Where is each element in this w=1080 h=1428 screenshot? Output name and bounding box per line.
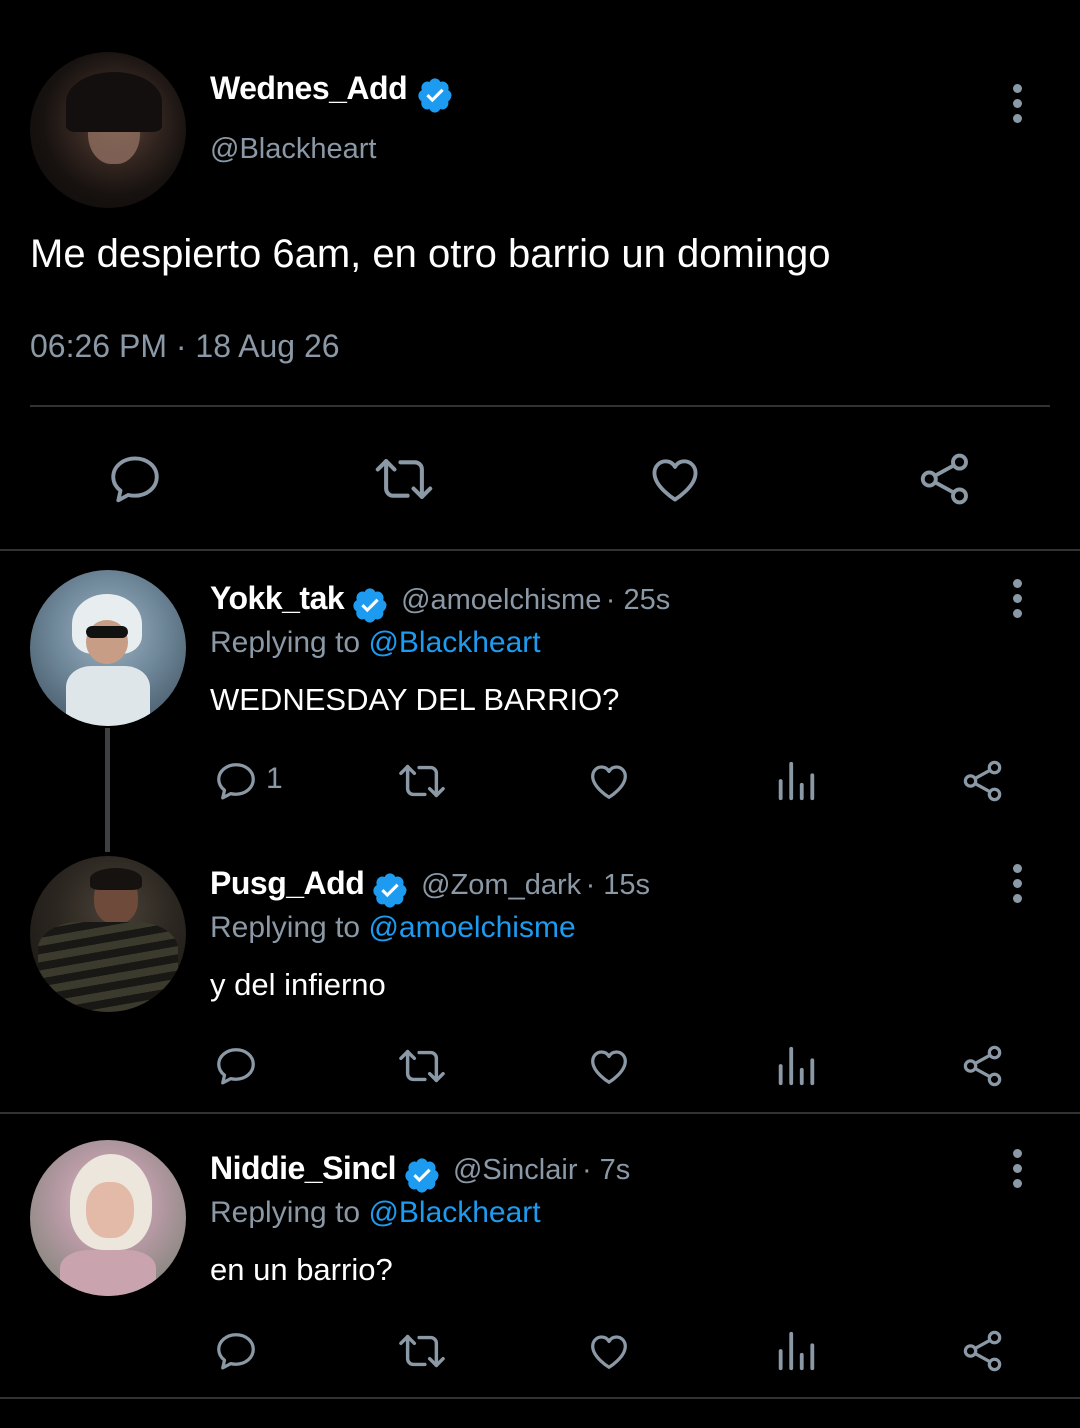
author-name[interactable]: Wednes_Add bbox=[210, 70, 408, 106]
share-icon[interactable] bbox=[960, 1043, 1006, 1089]
replying-to-link[interactable]: @amoelchisme bbox=[368, 911, 575, 944]
reply-time: · 25s bbox=[605, 584, 671, 616]
verified-badge-icon bbox=[403, 1156, 441, 1194]
replying-label: Replying to bbox=[210, 626, 361, 659]
more-icon[interactable] bbox=[1011, 864, 1023, 909]
analytics-icon[interactable] bbox=[774, 758, 818, 804]
reply-icon[interactable] bbox=[213, 758, 259, 804]
replying-label: Replying to bbox=[210, 911, 361, 944]
author-name[interactable]: Niddie_Sincl bbox=[210, 1150, 397, 1186]
reply-icon[interactable] bbox=[106, 450, 164, 508]
share-icon[interactable] bbox=[960, 758, 1006, 804]
avatar[interactable] bbox=[30, 52, 186, 208]
author-handle[interactable]: @Zom_dark bbox=[421, 869, 581, 901]
verified-badge-icon bbox=[371, 871, 409, 909]
divider bbox=[0, 1397, 1080, 1399]
more-icon[interactable] bbox=[1011, 579, 1023, 624]
reply-text: en un barrio? bbox=[210, 1252, 393, 1287]
retweet-icon[interactable] bbox=[397, 1328, 447, 1374]
verified-badge-icon bbox=[416, 76, 454, 114]
reply-text: WEDNESDAY DEL BARRIO? bbox=[210, 682, 620, 717]
more-icon[interactable] bbox=[1011, 84, 1023, 129]
like-icon[interactable] bbox=[586, 758, 632, 804]
retweet-icon[interactable] bbox=[397, 758, 447, 804]
analytics-icon[interactable] bbox=[774, 1328, 818, 1374]
avatar[interactable] bbox=[30, 1140, 186, 1296]
author-name[interactable]: Yokk_tak bbox=[210, 580, 345, 616]
author-handle[interactable]: @Sinclair bbox=[453, 1154, 578, 1186]
divider bbox=[0, 1112, 1080, 1114]
analytics-icon[interactable] bbox=[774, 1043, 818, 1089]
reply-count: 1 bbox=[266, 762, 283, 795]
replying-to-link[interactable]: @Blackheart bbox=[368, 626, 540, 659]
author-handle[interactable]: @amoelchisme bbox=[401, 584, 601, 616]
retweet-icon[interactable] bbox=[397, 1043, 447, 1089]
tweet-timestamp: 06:26 PM · 18 Aug 26 bbox=[30, 328, 340, 364]
verified-badge-icon bbox=[351, 586, 389, 624]
share-icon[interactable] bbox=[960, 1328, 1006, 1374]
avatar[interactable] bbox=[30, 570, 186, 726]
reply-time: · 15s bbox=[585, 869, 651, 901]
author-handle[interactable]: @Blackheart bbox=[210, 133, 376, 166]
replying-label: Replying to bbox=[210, 1196, 361, 1229]
like-icon[interactable] bbox=[646, 450, 704, 508]
divider bbox=[0, 549, 1080, 551]
author-name[interactable]: Pusg_Add bbox=[210, 865, 365, 901]
more-icon[interactable] bbox=[1011, 1149, 1023, 1194]
avatar[interactable] bbox=[30, 856, 186, 1012]
reply-time: · 7s bbox=[581, 1154, 631, 1186]
like-icon[interactable] bbox=[586, 1328, 632, 1374]
like-icon[interactable] bbox=[586, 1043, 632, 1089]
reply-text: y del infierno bbox=[210, 967, 386, 1002]
reply-icon[interactable] bbox=[213, 1043, 259, 1089]
tweet-text: Me despierto 6am, en otro barrio un domi… bbox=[30, 232, 831, 276]
replying-to-link[interactable]: @Blackheart bbox=[368, 1196, 540, 1229]
thread-line bbox=[105, 728, 110, 852]
retweet-icon[interactable] bbox=[373, 450, 435, 508]
share-icon[interactable] bbox=[916, 450, 974, 508]
divider bbox=[30, 405, 1050, 407]
reply-icon[interactable] bbox=[213, 1328, 259, 1374]
